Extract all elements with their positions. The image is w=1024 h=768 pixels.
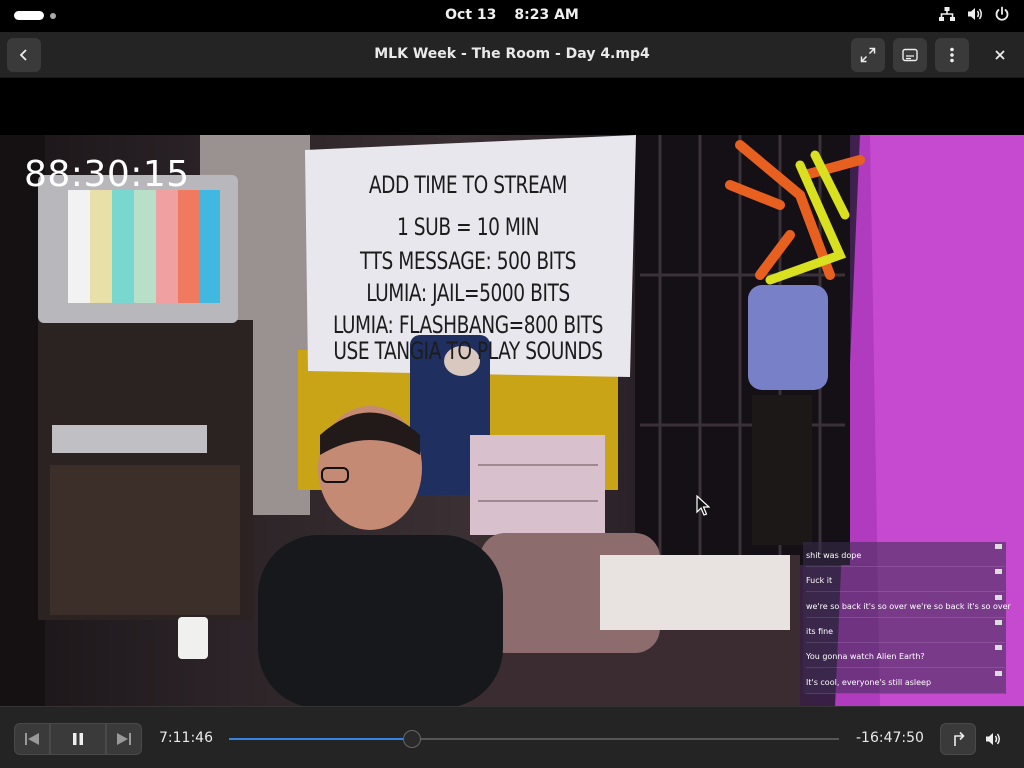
mouse-pointer-icon	[696, 495, 710, 516]
rotate-icon	[954, 731, 965, 746]
clock: Oct 13 8:23 AM	[0, 7, 1024, 23]
chat-message-text: You gonna watch Alien Earth?	[806, 652, 925, 661]
chat-badge-icon	[995, 620, 1002, 625]
menu-button[interactable]	[935, 38, 969, 72]
power-icon[interactable]	[994, 6, 1010, 22]
elapsed-time: 7:11:46	[159, 730, 213, 746]
activities-indicator[interactable]	[14, 11, 56, 20]
video-player-header: MLK Week - The Room - Day 4.mp4	[0, 32, 1024, 78]
chat-badge-icon	[995, 569, 1002, 574]
chat-message: Fuck it	[806, 567, 1005, 592]
volume-button[interactable]	[978, 723, 1008, 755]
chat-message-text: It's cool, everyone's still asleep	[806, 678, 932, 687]
chat-message-text: Fuck it	[806, 576, 833, 585]
stream-timer: 88:30:15	[24, 154, 190, 195]
previous-button[interactable]	[14, 723, 50, 755]
chat-message: You gonna watch Alien Earth?	[806, 643, 1005, 668]
fullscreen-icon	[860, 47, 876, 63]
workspace-active-indicator	[14, 11, 44, 20]
kebab-menu-icon	[950, 47, 954, 63]
remaining-time: -16:47:50	[856, 730, 924, 746]
volume-icon[interactable]	[966, 6, 984, 22]
chat-overlay: shit was dope Fuck it we're so back it's…	[803, 542, 1011, 694]
skip-previous-icon	[25, 733, 39, 745]
close-icon	[995, 50, 1005, 60]
video-canvas[interactable]: 88:30:15 ADD TIME TO STREAM 1 SUB = 10 M…	[0, 78, 1024, 708]
chat-message: shit was dope	[806, 542, 1005, 567]
whiteboard-line: 1 SUB = 10 MIN	[396, 213, 540, 241]
chat-message: we're so back it's so over we're so back…	[806, 593, 1011, 618]
play-pause-button[interactable]	[50, 723, 106, 755]
network-icon[interactable]	[938, 6, 956, 22]
seek-bar-handle[interactable]	[403, 730, 421, 748]
close-button[interactable]	[983, 38, 1017, 72]
chat-badge-icon	[995, 671, 1002, 676]
system-tray[interactable]	[938, 6, 1010, 22]
chat-badge-icon	[995, 595, 1002, 600]
back-button[interactable]	[7, 38, 41, 72]
chat-message: It's cool, everyone's still asleep	[806, 669, 1005, 694]
rotate-button[interactable]	[940, 723, 976, 755]
chat-badge-icon	[995, 544, 1002, 549]
whiteboard: ADD TIME TO STREAM 1 SUB = 10 MIN TTS ME…	[307, 147, 629, 375]
whiteboard-line: LUMIA: FLASHBANG=800 BITS	[332, 311, 604, 339]
video-frame[interactable]: 88:30:15 ADD TIME TO STREAM 1 SUB = 10 M…	[0, 135, 1024, 708]
whiteboard-line: TTS MESSAGE: 500 BITS	[360, 247, 576, 275]
whiteboard-line: LUMIA: JAIL=5000 BITS	[366, 279, 570, 307]
system-top-bar: Oct 13 8:23 AM	[0, 0, 1024, 32]
clock-time[interactable]: 8:23 AM	[514, 7, 578, 23]
clock-date[interactable]: Oct 13	[445, 7, 496, 23]
next-button[interactable]	[106, 723, 142, 755]
volume-icon	[986, 733, 1000, 745]
whiteboard-line: ADD TIME TO STREAM	[368, 171, 568, 199]
fullscreen-button[interactable]	[851, 38, 885, 72]
chat-message-text: shit was dope	[806, 551, 862, 560]
chat-message: its fine	[806, 618, 1005, 643]
pause-icon	[73, 733, 83, 745]
chat-badge-icon	[995, 645, 1002, 650]
subtitles-button[interactable]	[893, 38, 927, 72]
chevron-left-icon	[19, 49, 27, 61]
workspace-inactive-indicator	[50, 12, 56, 19]
chat-message-text: its fine	[806, 627, 834, 636]
whiteboard-line: USE TANGIA TO PLAY SOUNDS	[333, 337, 603, 365]
subtitles-icon	[902, 48, 918, 62]
chat-message-text: we're so back it's so over we're so back…	[806, 602, 1011, 611]
playback-controls: 7:11:46 -16:47:50	[0, 706, 1024, 768]
seek-bar-progress	[229, 738, 412, 740]
seek-bar[interactable]	[229, 730, 839, 748]
skip-next-icon	[117, 733, 131, 745]
